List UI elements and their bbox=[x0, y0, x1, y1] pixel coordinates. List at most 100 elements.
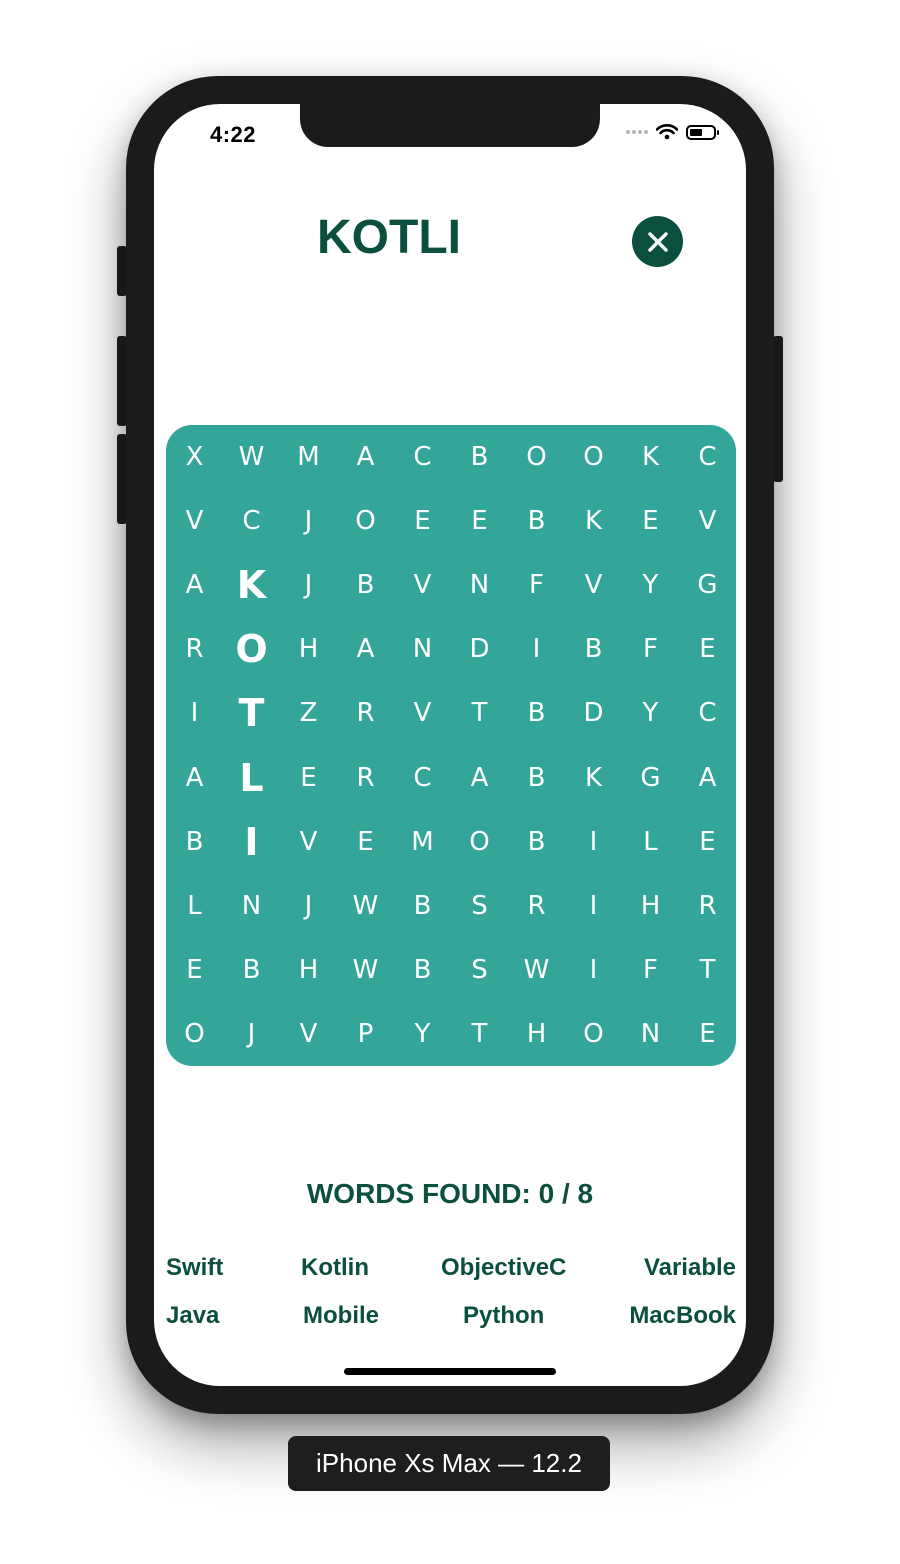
grid-cell[interactable]: J bbox=[280, 489, 337, 553]
grid-cell[interactable]: I bbox=[565, 810, 622, 874]
grid-cell[interactable]: S bbox=[451, 938, 508, 1002]
grid-cell[interactable]: K bbox=[565, 489, 622, 553]
grid-cell[interactable]: V bbox=[166, 489, 223, 553]
grid-cell[interactable]: N bbox=[451, 553, 508, 617]
grid-cell[interactable]: V bbox=[280, 1002, 337, 1066]
grid-cell[interactable]: I bbox=[565, 874, 622, 938]
grid-cell[interactable]: G bbox=[622, 746, 679, 810]
grid-cell[interactable]: B bbox=[508, 746, 565, 810]
grid-cell[interactable]: P bbox=[337, 1002, 394, 1066]
grid-cell[interactable]: H bbox=[508, 1002, 565, 1066]
grid-cell[interactable]: N bbox=[622, 1002, 679, 1066]
grid-cell[interactable]: F bbox=[622, 938, 679, 1002]
grid-cell[interactable]: C bbox=[223, 489, 280, 553]
grid-cell[interactable]: L bbox=[166, 874, 223, 938]
grid-cell[interactable]: E bbox=[394, 489, 451, 553]
grid-cell[interactable]: C bbox=[679, 425, 736, 489]
grid-cell[interactable]: H bbox=[280, 617, 337, 681]
grid-cell[interactable]: N bbox=[394, 617, 451, 681]
grid-cell[interactable]: O bbox=[508, 425, 565, 489]
grid-cell[interactable]: B bbox=[451, 425, 508, 489]
grid-cell[interactable]: J bbox=[223, 1002, 280, 1066]
grid-cell[interactable]: E bbox=[280, 746, 337, 810]
grid-cell[interactable]: B bbox=[508, 810, 565, 874]
grid-cell[interactable]: B bbox=[394, 874, 451, 938]
grid-cell[interactable]: L bbox=[223, 746, 280, 810]
grid-cell[interactable]: R bbox=[166, 617, 223, 681]
grid-cell[interactable]: G bbox=[679, 553, 736, 617]
grid-cell[interactable]: V bbox=[280, 810, 337, 874]
grid-cell[interactable]: B bbox=[166, 810, 223, 874]
grid-cell[interactable]: H bbox=[280, 938, 337, 1002]
grid-cell[interactable]: V bbox=[394, 553, 451, 617]
grid-cell[interactable]: J bbox=[280, 874, 337, 938]
grid-cell[interactable]: N bbox=[223, 874, 280, 938]
grid-cell[interactable]: C bbox=[394, 746, 451, 810]
grid-cell[interactable]: J bbox=[280, 553, 337, 617]
grid-cell[interactable]: L bbox=[622, 810, 679, 874]
grid-cell[interactable]: Y bbox=[622, 553, 679, 617]
grid-cell[interactable]: D bbox=[565, 681, 622, 745]
grid-cell[interactable]: X bbox=[166, 425, 223, 489]
grid-cell[interactable]: Y bbox=[622, 681, 679, 745]
grid-cell[interactable]: O bbox=[565, 1002, 622, 1066]
grid-cell[interactable]: E bbox=[622, 489, 679, 553]
grid-cell[interactable]: A bbox=[679, 746, 736, 810]
grid-cell[interactable]: B bbox=[508, 681, 565, 745]
grid-cell[interactable]: A bbox=[166, 553, 223, 617]
grid-cell[interactable]: A bbox=[337, 617, 394, 681]
grid-cell[interactable]: T bbox=[451, 1002, 508, 1066]
grid-cell[interactable]: E bbox=[451, 489, 508, 553]
grid-cell[interactable]: E bbox=[166, 938, 223, 1002]
grid-cell[interactable]: E bbox=[679, 1002, 736, 1066]
grid-cell[interactable]: Z bbox=[280, 681, 337, 745]
grid-cell[interactable]: E bbox=[337, 810, 394, 874]
grid-cell[interactable]: B bbox=[508, 489, 565, 553]
grid-cell[interactable]: C bbox=[394, 425, 451, 489]
grid-cell[interactable]: A bbox=[451, 746, 508, 810]
grid-cell[interactable]: B bbox=[565, 617, 622, 681]
grid-cell[interactable]: R bbox=[508, 874, 565, 938]
grid-cell[interactable]: K bbox=[223, 553, 280, 617]
grid-cell[interactable]: B bbox=[337, 553, 394, 617]
grid-cell[interactable]: T bbox=[451, 681, 508, 745]
grid-cell[interactable]: O bbox=[337, 489, 394, 553]
grid-cell[interactable]: D bbox=[451, 617, 508, 681]
grid-cell[interactable]: I bbox=[166, 681, 223, 745]
close-button[interactable] bbox=[632, 216, 683, 267]
grid-cell[interactable]: W bbox=[508, 938, 565, 1002]
grid-cell[interactable]: R bbox=[679, 874, 736, 938]
grid-cell[interactable]: F bbox=[622, 617, 679, 681]
grid-cell[interactable]: W bbox=[223, 425, 280, 489]
grid-cell[interactable]: V bbox=[565, 553, 622, 617]
grid-cell[interactable]: K bbox=[565, 746, 622, 810]
grid-cell[interactable]: V bbox=[679, 489, 736, 553]
grid-cell[interactable]: K bbox=[622, 425, 679, 489]
grid-cell[interactable]: W bbox=[337, 874, 394, 938]
grid-cell[interactable]: F bbox=[508, 553, 565, 617]
grid-cell[interactable]: V bbox=[394, 681, 451, 745]
grid-cell[interactable]: R bbox=[337, 746, 394, 810]
letter-grid[interactable]: XWMACBOOKCVCJOEEBKEVAKJBVNFVYGROHANDIBFE… bbox=[166, 425, 736, 1066]
grid-cell[interactable]: I bbox=[223, 810, 280, 874]
grid-cell[interactable]: M bbox=[394, 810, 451, 874]
grid-cell[interactable]: T bbox=[679, 938, 736, 1002]
grid-cell[interactable]: E bbox=[679, 810, 736, 874]
grid-cell[interactable]: O bbox=[565, 425, 622, 489]
grid-cell[interactable]: T bbox=[223, 681, 280, 745]
grid-cell[interactable]: A bbox=[337, 425, 394, 489]
grid-cell[interactable]: W bbox=[337, 938, 394, 1002]
grid-cell[interactable]: H bbox=[622, 874, 679, 938]
grid-cell[interactable]: E bbox=[679, 617, 736, 681]
grid-cell[interactable]: R bbox=[337, 681, 394, 745]
grid-cell[interactable]: O bbox=[166, 1002, 223, 1066]
grid-cell[interactable]: S bbox=[451, 874, 508, 938]
grid-cell[interactable]: O bbox=[451, 810, 508, 874]
grid-cell[interactable]: Y bbox=[394, 1002, 451, 1066]
grid-cell[interactable]: I bbox=[565, 938, 622, 1002]
grid-cell[interactable]: B bbox=[223, 938, 280, 1002]
home-indicator[interactable] bbox=[344, 1368, 556, 1375]
grid-cell[interactable]: C bbox=[679, 681, 736, 745]
grid-cell[interactable]: B bbox=[394, 938, 451, 1002]
grid-cell[interactable]: A bbox=[166, 746, 223, 810]
